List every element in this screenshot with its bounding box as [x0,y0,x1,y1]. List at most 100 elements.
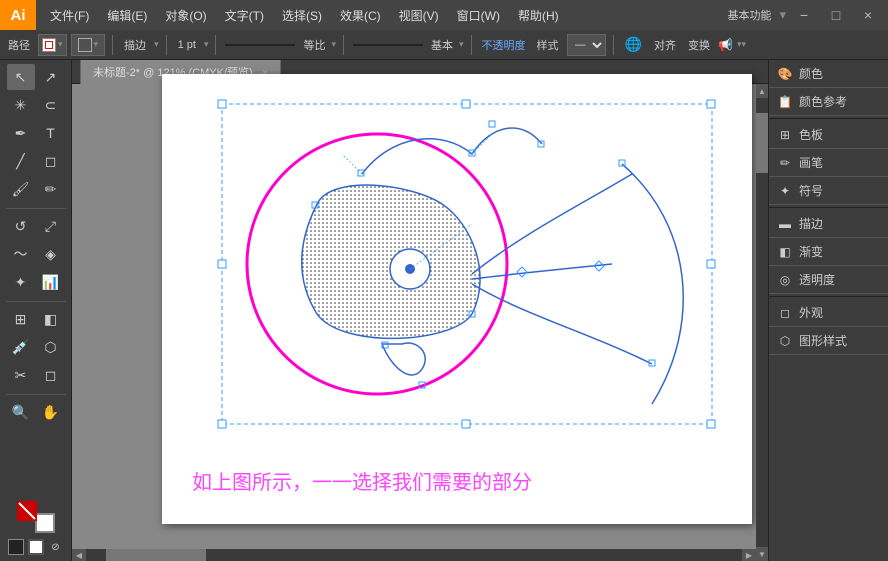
transparency-icon: ◎ [777,272,793,288]
stroke-color-btn[interactable]: ▾ [38,34,67,56]
text-tool[interactable]: T [37,120,65,146]
eyedrop-tool[interactable]: 💉 [7,334,35,360]
scissors-tool[interactable]: ✂ [7,362,35,388]
transform-label: 变换 [684,37,714,53]
blend-tool[interactable]: ⬡ [37,334,65,360]
tool-row-3: ✒ T [7,120,65,146]
panel-gradient[interactable]: ◧ 渐变 [769,238,888,266]
opacity-label[interactable]: 不透明度 [479,37,529,53]
color-mode-indicator [17,501,55,533]
profile-line-preview [353,44,423,46]
globe-icon: 🌐 [621,36,646,53]
menu-window[interactable]: 窗口(W) [449,3,508,28]
select-tool[interactable]: ↖ [7,64,35,90]
reshape-tool[interactable]: ◈ [37,241,65,267]
sep5 [471,35,472,55]
menu-view[interactable]: 视图(V) [391,3,447,28]
symbol-panel-icon: ✦ [777,183,793,199]
hand-tool[interactable]: ✋ [37,399,65,425]
menu-help[interactable]: 帮助(H) [510,3,567,28]
mode-label: 等比 [299,37,329,53]
sep1 [112,35,113,55]
color-icon: 🎨 [777,66,793,82]
eraser-tool[interactable]: ◻ [37,362,65,388]
panel-appearance[interactable]: ◻ 外观 [769,299,888,327]
panel-color-ref[interactable]: 📋 颜色参考 [769,88,888,116]
profile-label2: 基本 [427,37,457,53]
menu-object[interactable]: 对象(O) [157,3,214,28]
tool-row-5: 🖌 ✏ [7,176,65,202]
panel-divider-1 [769,118,888,119]
graph-tool[interactable]: 📊 [37,269,65,295]
tool-row-2: ✳ ⊂ [7,92,65,118]
panel-brush[interactable]: ✏ 画笔 [769,149,888,177]
panel-graphic-styles[interactable]: ⬡ 图形样式 [769,327,888,355]
scroll-down-btn[interactable]: ▼ [756,547,768,561]
shape-tool[interactable]: ◻ [37,148,65,174]
symbol-tool[interactable]: ✦ [7,269,35,295]
menu-select[interactable]: 选择(S) [274,3,330,28]
brush-icon: ✏ [777,155,793,171]
warp-tool[interactable]: 〜 [7,241,35,267]
gradient-panel-icon: ◧ [777,244,793,260]
tool-row-8: ✦ 📊 [7,269,65,295]
stroke-line-preview [225,44,295,46]
scroll-thumb[interactable] [756,113,768,173]
paintbrush-tool[interactable]: 🖌 [7,176,35,202]
close-button[interactable]: × [854,0,882,30]
line-tool[interactable]: ╱ [7,148,35,174]
color-swatches: ⊘ [8,501,64,561]
maximize-button[interactable]: □ [822,0,850,30]
sep3 [215,35,216,55]
canvas-area[interactable]: 未标题-2* @ 121% (CMYK/预览) × [72,60,768,561]
tool-row-9: ⊞ ◧ [7,306,65,332]
menu-edit[interactable]: 编辑(E) [99,3,155,28]
none-swatch[interactable]: ⊘ [48,539,64,555]
menu-effect[interactable]: 效果(C) [332,3,389,28]
mesh-tool[interactable]: ⊞ [7,306,35,332]
panel-color[interactable]: 🎨 颜色 [769,60,888,88]
pen-tool[interactable]: ✒ [7,120,35,146]
color-ref-icon: 📋 [777,94,793,110]
scroll-right-btn[interactable]: ▶ [742,549,756,561]
scroll-up-btn[interactable]: ▲ [756,84,768,98]
stroke-width-label: 1 pt [174,39,200,51]
panel-stroke[interactable]: ▬ 描边 [769,210,888,238]
menu-bar: 文件(F) 编辑(E) 对象(O) 文字(T) 选择(S) 效果(C) 视图(V… [36,3,723,28]
toolbox: ↖ ↗ ✳ ⊂ ✒ T ╱ ◻ 🖌 ✏ ↺ ⤢ 〜 ◈ ✦ 📊 [0,60,72,561]
gradient-tool[interactable]: ◧ [37,306,65,332]
fill-color-swatch[interactable] [8,539,24,555]
menu-file[interactable]: 文件(F) [42,3,97,28]
drawing-canvas: 如上图所示，一一选择我们需要的部分 [162,74,752,524]
stroke-fill-icon [17,501,37,521]
style-select[interactable]: — [567,34,606,56]
panel-symbol[interactable]: ✦ 符号 [769,177,888,205]
swatches-icon: ⊞ [777,127,793,143]
hscrollbar[interactable]: ◀ ▶ [72,549,756,561]
lasso-tool[interactable]: ⊂ [37,92,65,118]
panel-transparency[interactable]: ◎ 透明度 [769,266,888,294]
stroke-color-swatch[interactable] [28,539,44,555]
hscroll-track [86,549,742,561]
fill-swatch-bg[interactable] [35,513,55,533]
more-icon[interactable]: ▾▾ [737,39,746,50]
tool-row-1: ↖ ↗ [7,64,65,90]
zoom-tool[interactable]: 🔍 [7,399,35,425]
menu-text[interactable]: 文字(T) [217,3,272,28]
stroke-box-btn[interactable]: ▾ [71,34,106,56]
tool-row-7: 〜 ◈ [7,241,65,267]
hscroll-thumb[interactable] [106,549,206,561]
scale-tool[interactable]: ⤢ [37,213,65,239]
sep2 [166,35,167,55]
panel-divider-2 [769,207,888,208]
pencil-tool[interactable]: ✏ [37,176,65,202]
rotate-tool[interactable]: ↺ [7,213,35,239]
scroll-left-btn[interactable]: ◀ [72,549,86,561]
stroke-line-group: 等比 ▾ [223,37,336,53]
magic-wand-tool[interactable]: ✳ [7,92,35,118]
panel-swatches[interactable]: ⊞ 色板 [769,121,888,149]
fill-swatch-fg[interactable] [17,501,37,521]
direct-select-tool[interactable]: ↗ [37,64,65,90]
vscrollbar[interactable]: ▲ ▼ [756,84,768,561]
minimize-button[interactable]: − [790,0,818,30]
